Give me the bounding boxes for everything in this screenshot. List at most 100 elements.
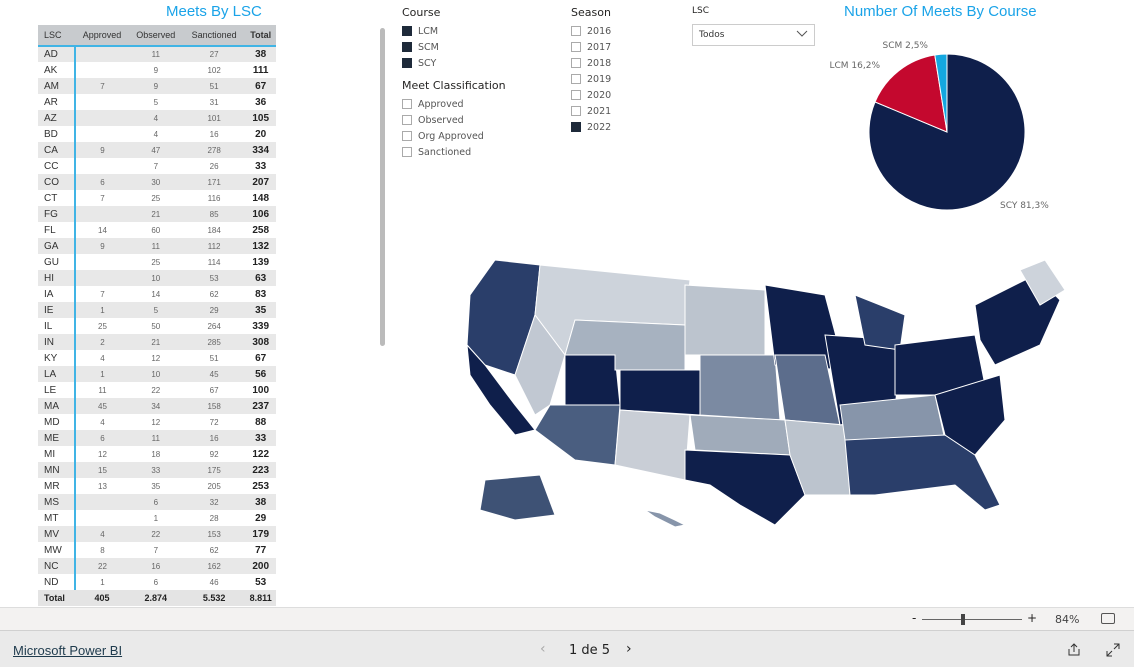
option-label: SCY [418, 57, 437, 69]
table-cell: IE [38, 302, 77, 318]
checkbox[interactable] [571, 74, 581, 84]
slicer-option[interactable]: Sanctioned [402, 144, 506, 160]
column-header[interactable]: LSC [38, 25, 76, 47]
checkbox[interactable] [571, 26, 581, 36]
slicer-option[interactable]: 2018 [571, 55, 611, 71]
table-cell: 308 [245, 334, 276, 350]
table-row: MN 15 33 175 223 [38, 462, 276, 478]
table-cell: 4 [153, 129, 159, 139]
table-cell: 5 [128, 302, 183, 318]
table-cell: 1 [75, 302, 129, 318]
slicer-option[interactable]: Org Approved [402, 128, 506, 144]
checkbox[interactable] [402, 115, 412, 125]
option-label: 2022 [587, 121, 612, 133]
table-cell: 258 [245, 222, 276, 238]
table-cell: 7 [100, 193, 105, 203]
slicer-option[interactable]: 2017 [571, 39, 611, 55]
table-row: AR 5 31 36 [38, 94, 276, 110]
checkbox[interactable] [402, 58, 412, 68]
table-row: MV 4 22 153 179 [38, 526, 276, 542]
lsc-dropdown[interactable]: Todos [692, 24, 815, 46]
checkbox[interactable] [571, 58, 581, 68]
checkbox[interactable] [571, 42, 581, 52]
share-icon[interactable] [1067, 642, 1081, 661]
table-cell: ND [38, 574, 77, 590]
table-cell: 60 [151, 225, 161, 235]
table-cell: 112 [182, 238, 246, 254]
us-map[interactable] [455, 255, 1075, 535]
slicer-option[interactable]: SCM [402, 39, 506, 55]
table-cell: 7 [100, 289, 105, 299]
zoom-slider-handle[interactable] [961, 614, 965, 625]
table-row: CO 6 30 171 207 [38, 174, 276, 190]
option-label: 2020 [587, 89, 612, 101]
table-cell: 14 [151, 289, 161, 299]
slicer-option[interactable]: 2020 [571, 87, 611, 103]
table-cell: MW [38, 542, 77, 558]
zoom-out-button[interactable]: - [912, 611, 916, 625]
table-row: CA 9 47 278 334 [38, 142, 276, 158]
table-row: GU 25 114 139 [38, 254, 276, 270]
meets-by-lsc-table: LSC Approved Observed Sanctioned Total AD 11 27… [38, 25, 276, 606]
slicer-option[interactable]: Approved [402, 96, 506, 112]
table-cell: AM [38, 78, 77, 94]
slicer-option[interactable]: 2019 [571, 71, 611, 87]
checkbox[interactable] [402, 26, 412, 36]
fit-to-page-icon[interactable] [1101, 613, 1115, 624]
table-cell: 207 [245, 174, 276, 190]
table-cell: 9 [75, 142, 129, 158]
table-cell: 6 [153, 577, 159, 587]
checkbox[interactable] [402, 99, 412, 109]
prev-page-icon[interactable]: ‹ [540, 641, 546, 657]
checkbox[interactable] [402, 131, 412, 141]
column-header[interactable]: Observed [128, 25, 183, 47]
table-cell: MA [38, 398, 77, 414]
table-cell: 45 [75, 398, 129, 414]
table-cell: 153 [182, 526, 246, 542]
checkbox[interactable] [571, 106, 581, 116]
scrollbar[interactable] [380, 28, 385, 346]
checkbox[interactable] [402, 147, 412, 157]
table-cell: 132 [245, 238, 276, 254]
table-cell: 31 [209, 97, 219, 107]
zoom-in-button[interactable]: + [1027, 611, 1037, 625]
column-header[interactable]: Total [245, 25, 276, 47]
table-cell: 32 [182, 494, 246, 510]
slicer-option[interactable]: 2022 [571, 119, 611, 135]
table-cell: 56 [245, 366, 276, 382]
table-cell [75, 254, 128, 270]
table-cell: 15 [75, 462, 129, 478]
column-header[interactable]: Approved [75, 25, 129, 47]
table-cell: 67 [209, 385, 219, 395]
table-cell: 12 [151, 417, 161, 427]
table-cell: 45 [182, 366, 246, 382]
zoom-slider[interactable] [922, 619, 1022, 620]
classification-label: Meet Classification [402, 79, 506, 92]
table-cell: 20 [245, 126, 276, 142]
next-page-icon[interactable]: › [626, 641, 632, 657]
option-label: 2018 [587, 57, 612, 69]
table-cell: 10 [128, 270, 183, 286]
slicer-option[interactable]: Observed [402, 112, 506, 128]
table-cell: CC [38, 158, 77, 174]
slicer-option[interactable]: 2016 [571, 23, 611, 39]
slicer-option[interactable]: SCY [402, 55, 506, 71]
table-cell: 158 [182, 398, 246, 414]
power-bi-link[interactable]: Microsoft Power BI [13, 643, 122, 658]
table-row: ND 1 6 46 53 [38, 574, 276, 590]
fullscreen-icon[interactable] [1106, 642, 1120, 661]
option-label: 2021 [587, 105, 612, 117]
checkbox[interactable] [571, 122, 581, 132]
slicer-option[interactable]: LCM [402, 23, 506, 39]
table-row: AZ 4 101 105 [38, 110, 276, 126]
column-header[interactable]: Sanctioned [182, 25, 246, 47]
checkbox[interactable] [571, 90, 581, 100]
table-row: MI 12 18 92 122 [38, 446, 276, 462]
checkbox[interactable] [402, 42, 412, 52]
table-row: FL 14 60 184 258 [38, 222, 276, 238]
table-cell: 47 [128, 142, 183, 158]
table-cell: 4 [75, 526, 129, 542]
slicer-option[interactable]: 2021 [571, 103, 611, 119]
table-cell: 22 [75, 558, 129, 574]
table-cell: 16 [182, 430, 246, 446]
